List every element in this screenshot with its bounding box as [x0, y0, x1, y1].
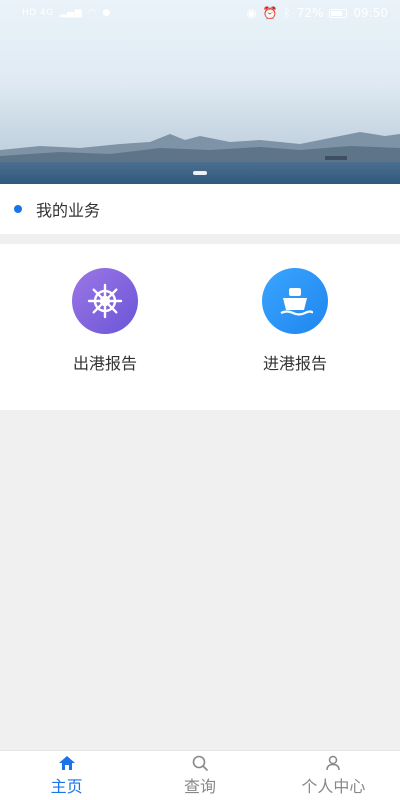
status-left: HD 4G ▂▄▆ ◠ ● [22, 8, 111, 18]
person-icon [326, 755, 341, 770]
nav-item-home[interactable]: 主页 [0, 751, 133, 800]
bullet-icon [14, 205, 22, 213]
ship-wheel-icon[interactable] [72, 268, 138, 334]
alarm-icon: ⏰ [262, 6, 278, 20]
chat-icon: ● [102, 8, 111, 18]
clock-time: 09:50 [353, 6, 388, 20]
outbound-report-button[interactable]: 出港报告 [25, 268, 185, 374]
nav-label-profile: 个人中心 [301, 776, 366, 796]
home-icon [58, 755, 75, 770]
signal-label: HD 4G [22, 8, 54, 18]
outbound-report-label: 出港报告 [72, 354, 137, 373]
carousel-indicator[interactable] [0, 171, 400, 175]
carousel-dot-active[interactable] [193, 171, 207, 175]
status-right: ◉ ⏰ ᛒ 72% 09:50 [246, 6, 388, 20]
wifi-icon: ◠ [88, 8, 97, 18]
battery-icon [329, 8, 348, 18]
eye-icon: ◉ [246, 6, 257, 20]
services-grid: 出港报告 进港报告 [0, 244, 400, 410]
hero-banner[interactable]: HD 4G ▂▄▆ ◠ ● ◉ ⏰ ᛒ 72% 09:50 [0, 0, 400, 184]
nav-item-search[interactable]: 查询 [133, 751, 266, 800]
inbound-report-button[interactable]: 进港报告 [215, 268, 375, 374]
search-icon [192, 755, 208, 771]
nav-item-profile[interactable]: 个人中心 [267, 751, 400, 800]
section-header: 我的业务 [0, 184, 400, 234]
ship-icon[interactable] [262, 268, 328, 334]
bottom-navigation: 主页 查询 个人中心 [0, 750, 400, 800]
signal-icon: ▂▄▆ [59, 8, 83, 18]
nav-label-search: 查询 [183, 776, 216, 796]
section-title: 我的业务 [36, 201, 101, 220]
battery-percent: 72% [296, 6, 324, 20]
nav-label-home: 主页 [50, 776, 83, 796]
inbound-report-label: 进港报告 [262, 354, 327, 373]
status-bar: HD 4G ▂▄▆ ◠ ● ◉ ⏰ ᛒ 72% 09:50 [0, 0, 400, 26]
bluetooth-icon: ᛒ [283, 6, 291, 20]
